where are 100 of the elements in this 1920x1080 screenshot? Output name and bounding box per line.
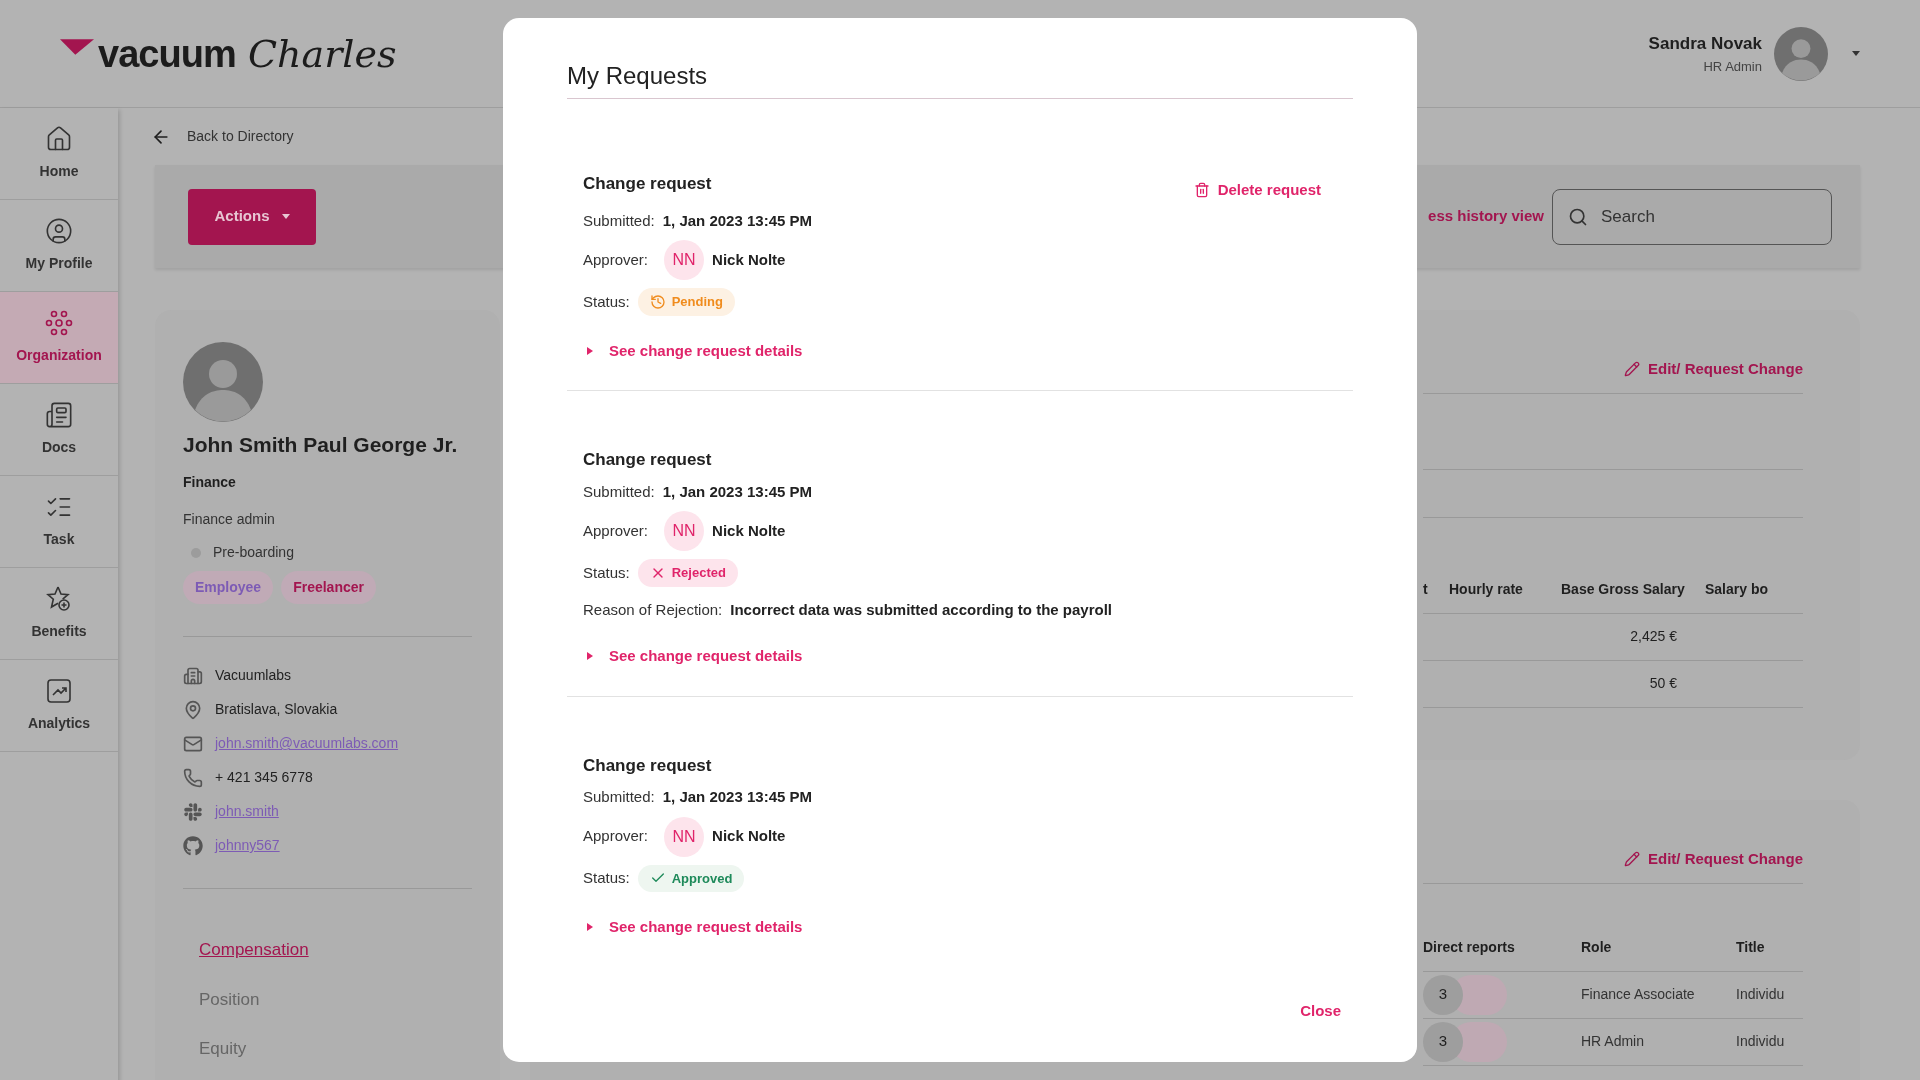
search-field[interactable]: Search xyxy=(1552,188,1832,245)
column-header: Base Gross Salary xyxy=(1561,565,1705,614)
edit-link[interactable]: Edit/ Request Change xyxy=(1623,358,1803,381)
logo-mark-icon xyxy=(60,38,94,55)
delete-request-button[interactable]: Delete request xyxy=(1193,179,1321,202)
caret-down-icon xyxy=(281,214,290,219)
submitted-date: 1, Jan 2023 13:45 PM xyxy=(662,481,812,502)
caret-icon xyxy=(587,923,593,932)
history-icon xyxy=(649,293,666,310)
sidebar-item[interactable]: My Profile xyxy=(0,200,118,292)
profile-tab[interactable]: Equity xyxy=(199,1036,247,1062)
user-circle-icon xyxy=(45,217,73,245)
contact-text: Vacuumlabs xyxy=(215,666,291,685)
status-text: Pre-boarding xyxy=(213,543,294,562)
user-name: Sandra Novak xyxy=(1648,33,1762,55)
caret-icon xyxy=(587,652,593,661)
submitted-date: 1, Jan 2023 13:45 PM xyxy=(662,787,812,807)
slack-icon xyxy=(183,801,203,822)
phone-icon xyxy=(183,767,203,788)
table-cell-text: 2,425 € xyxy=(1630,627,1677,646)
sidebar-item[interactable]: Organization xyxy=(0,292,118,384)
column-header: Title xyxy=(1736,923,1803,972)
location-pin-icon xyxy=(183,699,203,720)
sidebar-item[interactable]: Task xyxy=(0,476,118,568)
field-label: Approver: xyxy=(583,249,649,270)
profile-name: John Smith Paul George Jr. xyxy=(183,432,458,458)
dialog-title: My Requests xyxy=(567,58,1353,99)
approver-avatar: NN xyxy=(664,511,705,551)
rejection-reason: Incorrect data was submitted according to the payroll xyxy=(730,599,1112,620)
table-cell-text: Finance Associate xyxy=(1581,985,1695,1004)
field-label: Submitted: xyxy=(583,210,655,231)
contact-text: Bratislava, Slovakia xyxy=(215,700,338,719)
table-cell-text: HR Admin xyxy=(1581,1032,1645,1051)
star-plus-icon xyxy=(45,585,73,613)
column-header: Salary bo xyxy=(1705,565,1803,614)
approver-name: Nick Nolte xyxy=(712,520,786,541)
approver-avatar: NN xyxy=(664,240,705,280)
caret-down-icon[interactable] xyxy=(1852,51,1860,56)
sidebar-item[interactable]: Analytics xyxy=(0,660,118,752)
column-header: Direct reports xyxy=(1423,923,1581,972)
details-link[interactable]: See change request details xyxy=(587,645,803,668)
caret-icon xyxy=(587,346,593,355)
sidebar-item[interactable]: Docs xyxy=(0,384,118,476)
profile-tab[interactable]: Compensation xyxy=(199,937,309,963)
contact-link[interactable]: john.smith xyxy=(215,801,279,822)
table-cell-text: Individu xyxy=(1736,985,1785,1004)
field-label: Status: xyxy=(583,868,630,888)
search-icon xyxy=(1568,206,1588,227)
building-icon xyxy=(183,665,203,686)
tag: Employee xyxy=(183,571,274,604)
request-title: Change request xyxy=(583,754,712,777)
edit-link[interactable]: Edit/ Request Change xyxy=(1623,848,1803,871)
request-title: Change request xyxy=(583,449,712,471)
approver-avatar: NN xyxy=(664,816,705,857)
profile-tab[interactable]: Position xyxy=(199,986,260,1012)
field-label: Status: xyxy=(583,291,630,312)
field-label: Submitted: xyxy=(583,481,655,502)
submitted-date: 1, Jan 2023 13:45 PM xyxy=(662,210,812,231)
contact-text: + 421 345 6778 xyxy=(215,768,313,787)
department: Finance xyxy=(183,473,237,492)
pencil-icon xyxy=(1623,361,1640,378)
sidebar-item[interactable]: Benefits xyxy=(0,568,118,660)
approver-name: Nick Nolte xyxy=(712,249,786,270)
status-badge: Approved xyxy=(637,864,745,892)
trash-icon xyxy=(1193,182,1210,199)
contact-link[interactable]: johnny567 xyxy=(215,835,280,856)
report-count-avatar: 3 xyxy=(1423,1021,1463,1062)
actions-button[interactable]: Actions xyxy=(188,188,316,245)
close-button[interactable]: Close xyxy=(1300,999,1341,1022)
document-icon xyxy=(45,401,73,429)
home-icon xyxy=(45,125,73,153)
user-role: HR Admin xyxy=(1703,57,1762,76)
details-link[interactable]: See change request details xyxy=(587,916,803,939)
field-label: Status: xyxy=(583,562,630,583)
table-cell-text: 50 € xyxy=(1649,674,1677,693)
field-label: Approver: xyxy=(583,520,649,541)
logo-word[interactable]: vacuum xyxy=(98,34,236,73)
history-link[interactable]: ess history view xyxy=(1428,205,1544,228)
sidebar-item[interactable]: Home xyxy=(0,108,118,200)
column-header: Role xyxy=(1581,923,1736,972)
back-link[interactable]: Back to Directory xyxy=(187,126,294,147)
pencil-icon xyxy=(1623,851,1640,868)
github-icon xyxy=(183,835,203,856)
details-link[interactable]: See change request details xyxy=(587,339,803,362)
approver-name: Nick Nolte xyxy=(712,826,786,847)
contact-link[interactable]: john.smith@vacuumlabs.com xyxy=(215,733,399,754)
table-cell-text: Individu xyxy=(1736,1032,1785,1051)
report-count-avatar: 3 xyxy=(1423,974,1463,1015)
status-badge: Rejected xyxy=(637,559,738,587)
chart-icon xyxy=(45,677,73,705)
field-label: Submitted: xyxy=(583,787,655,807)
column-header: Hourly rate xyxy=(1449,565,1561,614)
avatar xyxy=(1774,26,1828,81)
status-badge: Pending xyxy=(637,288,735,316)
logo-script[interactable]: Charles xyxy=(247,34,397,73)
tag: Freelancer xyxy=(281,571,376,604)
column-header: t xyxy=(1423,565,1449,614)
field-label: Approver: xyxy=(583,826,649,847)
request-title: Change request xyxy=(583,173,712,195)
position: Finance admin xyxy=(183,510,276,529)
